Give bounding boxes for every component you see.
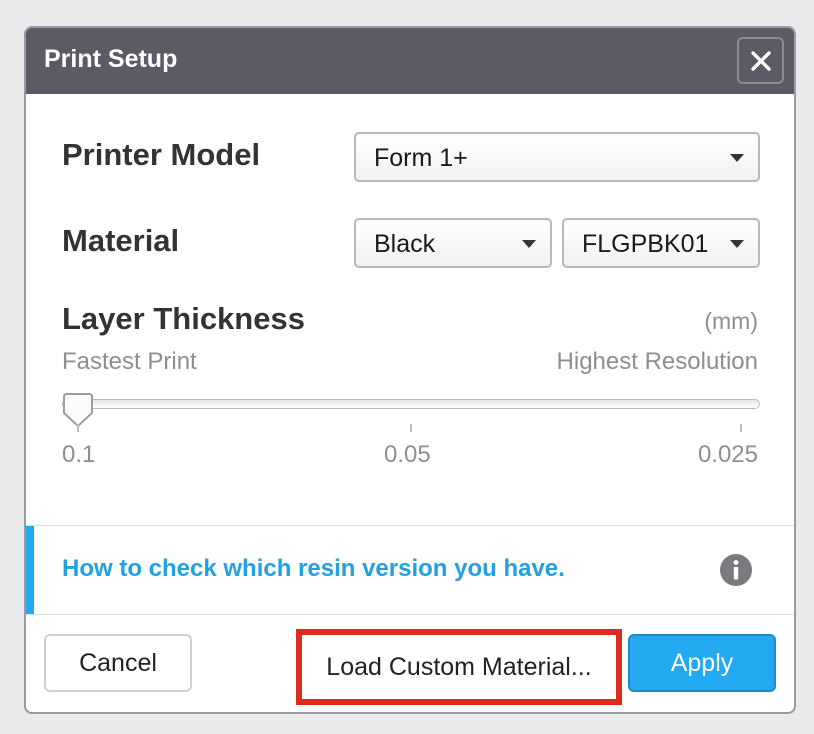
printer-model-value: Form 1+ <box>374 144 468 172</box>
slider-tick <box>410 424 412 432</box>
layer-thickness-unit: (mm) <box>704 308 758 334</box>
info-icon[interactable] <box>720 554 752 586</box>
chevron-down-icon <box>730 154 744 162</box>
close-button[interactable] <box>737 37 784 84</box>
load-custom-material-button[interactable]: Load Custom Material... <box>296 629 622 705</box>
cancel-button[interactable]: Cancel <box>44 634 192 692</box>
material-color-select[interactable]: Black <box>354 218 552 268</box>
printer-model-select[interactable]: Form 1+ <box>354 132 760 182</box>
fastest-print-hint: Fastest Print <box>62 348 197 375</box>
dialog-title: Print Setup <box>44 45 178 73</box>
printer-model-label: Printer Model <box>62 137 261 172</box>
info-bar: How to check which resin version you hav… <box>26 525 794 615</box>
slider-label-mid: 0.05 <box>384 441 431 468</box>
highest-resolution-hint: Highest Resolution <box>556 348 758 375</box>
material-color-value: Black <box>374 230 436 258</box>
dialog-titlebar: Print Setup <box>26 28 794 94</box>
resin-version-link[interactable]: How to check which resin version you hav… <box>62 555 565 583</box>
material-code-value: FLGPBK01 <box>582 230 709 258</box>
chevron-down-icon <box>730 240 744 248</box>
chevron-down-icon <box>522 240 536 248</box>
slider-label-max: 0.025 <box>697 441 758 468</box>
slider-label-min: 0.1 <box>62 441 96 468</box>
slider-tick <box>740 424 742 432</box>
layer-thickness-slider-thumb[interactable] <box>60 392 98 430</box>
info-accent-stripe <box>26 526 34 614</box>
close-icon <box>751 51 771 71</box>
material-label: Material <box>62 223 180 258</box>
layer-thickness-slider-track[interactable] <box>62 399 760 409</box>
material-code-select[interactable]: FLGPBK01 <box>562 218 760 268</box>
apply-button[interactable]: Apply <box>628 634 776 692</box>
layer-thickness-label: Layer Thickness <box>62 301 305 336</box>
print-setup-dialog: Print Setup Printer Model Form 1+ Materi… <box>24 26 796 714</box>
slider-tick <box>77 424 79 432</box>
